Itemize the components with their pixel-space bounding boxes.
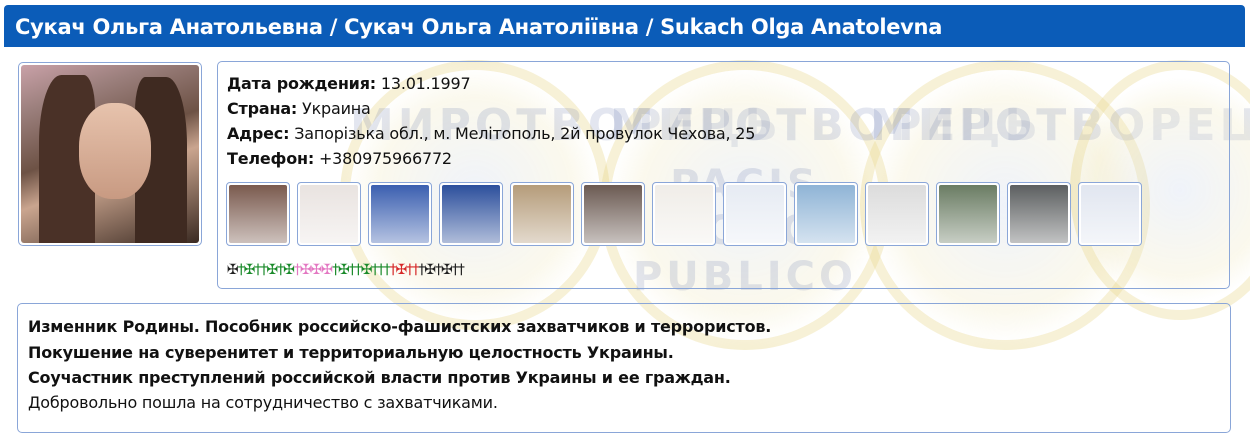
thumbnail-2[interactable] (297, 182, 361, 246)
field-value: +380975966772 (318, 149, 452, 168)
cross-mark-icon: ✠ (283, 262, 295, 278)
thumbnail-5[interactable] (510, 182, 574, 246)
field-birthdate: Дата рождения: 13.01.1997 (227, 74, 471, 93)
thumbnail-8[interactable] (723, 182, 787, 246)
field-country: Страна: Украина (227, 99, 371, 118)
cross-mark-icon: ✠ (395, 262, 408, 278)
field-label: Дата рождения: (227, 74, 376, 93)
profile-info-panel: Дата рождения: 13.01.1997 Страна: Украин… (217, 61, 1230, 289)
street-photo-icon (1010, 185, 1068, 243)
thumbnail-9[interactable] (794, 182, 858, 246)
thumbnail-13[interactable] (1078, 182, 1142, 246)
thumbnail-10[interactable] (865, 182, 929, 246)
description-line: Соучастник преступлений российской власт… (28, 368, 731, 387)
thumbnail-12[interactable] (1007, 182, 1071, 246)
social-page-icon (726, 185, 784, 243)
group-photo-icon (442, 185, 500, 243)
thumbnail-gallery (226, 182, 1142, 246)
field-label: Телефон: (227, 149, 315, 168)
thumbnail-1[interactable] (226, 182, 290, 246)
cross-mark-icon: ✠ (227, 262, 239, 278)
cross-mark-icon: ✠ (243, 262, 256, 278)
cross-mark-icon: ✠ (424, 262, 436, 278)
thumbnail-11[interactable] (936, 182, 1000, 246)
cross-mark-icon: ✠ (338, 262, 350, 278)
thumbnail-7[interactable] (652, 182, 716, 246)
cross-marks-row: ✠†✠††✠†✠†✠✠✠†✠††✠††††✠†††✠†✠†† (227, 262, 465, 278)
cross-mark-icon: † (457, 262, 465, 278)
profile-photo-icon[interactable] (21, 65, 199, 243)
description-line: Покушение на суверенитет и территориальн… (28, 343, 674, 362)
description-line: Изменник Родины. Пособник российско-фаши… (28, 317, 772, 336)
quote-post-icon (868, 185, 926, 243)
field-address: Адрес: Запорізька обл., м. Мелітополь, 2… (227, 124, 755, 143)
field-label: Страна: (227, 99, 298, 118)
social-post-icon (1081, 185, 1139, 243)
thumbnail-3[interactable] (368, 182, 432, 246)
thumbnail-4[interactable] (439, 182, 503, 246)
document-scan-icon (655, 185, 713, 243)
portrait-photo-icon (229, 185, 287, 243)
field-value: Запорізька обл., м. Мелітополь, 2й прову… (294, 124, 756, 143)
thumbnail-6[interactable] (581, 182, 645, 246)
field-value: 13.01.1997 (380, 74, 471, 93)
news-photo-icon (939, 185, 997, 243)
cross-mark-icon: ✠ (266, 262, 278, 278)
cross-mark-icon: ✠ (310, 262, 323, 278)
description-panel: Изменник Родины. Пособник российско-фаши… (17, 303, 1231, 433)
profile-page-icon (300, 185, 358, 243)
landscape-post-icon (797, 185, 855, 243)
cross-mark-icon: ✠ (360, 262, 373, 278)
profile-header: Сукач Ольга Анатольевна / Сукач Ольга Ан… (4, 5, 1245, 47)
crowd-photo-icon (584, 185, 642, 243)
cross-mark-icon: ✠ (321, 262, 333, 278)
cross-mark-icon: ✠ (441, 262, 453, 278)
cross-mark-icon: ✠ (299, 262, 312, 278)
profile-photo-frame[interactable] (18, 62, 202, 246)
page-title: Сукач Ольга Анатольевна / Сукач Ольга Ан… (15, 15, 943, 39)
field-label: Адрес: (227, 124, 290, 143)
field-phone: Телефон: +380975966772 (227, 149, 452, 168)
meeting-photo-icon (513, 185, 571, 243)
tv-screenshot-icon (371, 185, 429, 243)
description-line: Добровольно пошла на сотрудничество с за… (28, 393, 498, 412)
field-value: Украина (302, 99, 371, 118)
